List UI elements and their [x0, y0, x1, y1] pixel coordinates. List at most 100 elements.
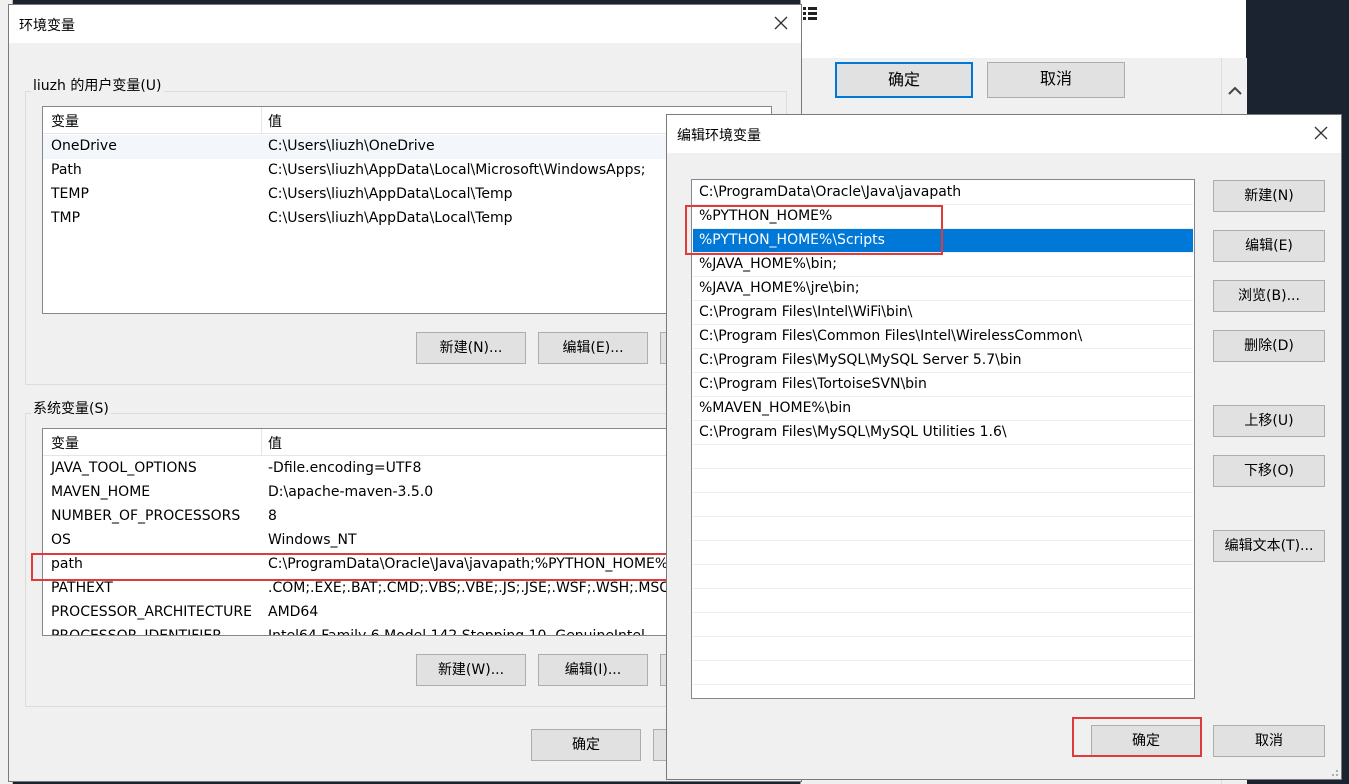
path-entry[interactable]: C:\Program Files\MySQL\MySQL Server 5.7\…	[693, 349, 1193, 373]
variable-value: Windows_NT	[268, 532, 357, 548]
user-list-header: 变量 值	[43, 107, 771, 134]
variable-name: PROCESSOR_IDENTIFIER	[51, 628, 222, 636]
close-icon[interactable]	[771, 13, 791, 33]
variable-name: Path	[51, 162, 82, 178]
variable-name: PATHEXT	[51, 580, 113, 596]
variable-name: PROCESSOR_ARCHITECTURE	[51, 604, 252, 620]
path-entry-text: C:\Program Files\MySQL\MySQL Server 5.7\…	[699, 352, 1022, 368]
variable-value: 8	[268, 508, 277, 524]
table-row[interactable]: PROCESSOR_ARCHITECTURE AMD64	[43, 601, 771, 625]
background-toolbar	[801, 0, 1246, 59]
user-new-button[interactable]: 新建(N)...	[416, 332, 526, 364]
background-cancel-button[interactable]: 取消	[987, 62, 1125, 98]
variable-value: .COM;.EXE;.BAT;.CMD;.VBS;.VBE;.JS;.JSE;.…	[268, 580, 670, 596]
new-button[interactable]: 新建(N)	[1213, 180, 1325, 212]
variable-name: OS	[51, 532, 71, 548]
path-entry[interactable]: %JAVA_HOME%\jre\bin;	[693, 277, 1193, 301]
resize-grip-icon[interactable]	[1327, 765, 1339, 777]
list-view-icon[interactable]	[801, 4, 819, 22]
edit-titlebar: 编辑环境变量	[667, 115, 1341, 153]
variable-name: MAVEN_HOME	[51, 484, 151, 500]
path-entry-text: C:\ProgramData\Oracle\Java\javapath	[699, 184, 962, 200]
table-row[interactable]: MAVEN_HOME D:\apache-maven-3.5.0	[43, 481, 771, 505]
variable-value: C:\Users\liuzh\AppData\Local\Microsoft\W…	[268, 162, 646, 178]
empty-entry[interactable]	[693, 469, 1193, 493]
table-row[interactable]: OS Windows_NT	[43, 529, 771, 553]
env-titlebar: 环境变量	[9, 5, 801, 43]
ok-button-highlight	[1072, 717, 1202, 757]
system-variables-label: 系统变量(S)	[31, 398, 111, 418]
browse-button[interactable]: 浏览(B)...	[1213, 280, 1325, 312]
path-entry-text: %JAVA_HOME%\bin;	[699, 256, 837, 272]
background-ok-button[interactable]: 确定	[835, 62, 973, 98]
empty-entry[interactable]	[693, 661, 1193, 685]
path-entry-text: %JAVA_HOME%\jre\bin;	[699, 280, 860, 296]
edit-environment-variable-dialog: 编辑环境变量 C:\ProgramData\Oracle\Java\javapa…	[666, 114, 1342, 780]
empty-entry[interactable]	[693, 517, 1193, 541]
variable-value: D:\apache-maven-3.5.0	[268, 484, 434, 500]
edit-text-button[interactable]: 编辑文本(T)...	[1213, 530, 1325, 562]
variable-name: NUMBER_OF_PROCESSORS	[51, 508, 241, 524]
empty-entry[interactable]	[693, 565, 1193, 589]
path-entry[interactable]: C:\Program Files\Intel\WiFi\bin\	[693, 301, 1193, 325]
user-variables-label: liuzh 的用户变量(U)	[31, 75, 164, 95]
table-row[interactable]: PROCESSOR_IDENTIFIER Intel64 Family 6 Mo…	[43, 625, 771, 636]
table-row[interactable]: Path C:\Users\liuzh\AppData\Local\Micros…	[43, 159, 771, 183]
path-row-highlight	[31, 553, 671, 581]
system-new-button[interactable]: 新建(W)...	[416, 654, 526, 686]
path-entry[interactable]: C:\Program Files\Common Files\Intel\Wire…	[693, 325, 1193, 349]
edit-button[interactable]: 编辑(E)	[1213, 230, 1325, 262]
system-variables-list[interactable]: 变量 值 JAVA_TOOL_OPTIONS -Dfile.encoding=U…	[42, 428, 772, 636]
close-icon[interactable]	[1311, 123, 1331, 143]
empty-entry[interactable]	[693, 541, 1193, 565]
path-entry-text: C:\Program Files\TortoiseSVN\bin	[699, 376, 927, 392]
empty-entry[interactable]	[693, 589, 1193, 613]
table-row[interactable]: NUMBER_OF_PROCESSORS 8	[43, 505, 771, 529]
path-entry-text: %MAVEN_HOME%\bin	[699, 400, 852, 416]
path-entry[interactable]: %JAVA_HOME%\bin;	[693, 253, 1193, 277]
system-list-header: 变量 值	[43, 429, 771, 456]
move-up-button[interactable]: 上移(U)	[1213, 405, 1325, 437]
variable-value: C:\Users\liuzh\OneDrive	[268, 138, 435, 154]
variable-value: C:\Users\liuzh\AppData\Local\Temp	[268, 210, 513, 226]
header-variable[interactable]: 变量	[51, 111, 79, 131]
variable-value: Intel64 Family 6 Model 142 Stepping 10, …	[268, 628, 645, 636]
empty-entry[interactable]	[693, 493, 1193, 517]
move-down-button[interactable]: 下移(O)	[1213, 455, 1325, 487]
table-row[interactable]: TEMP C:\Users\liuzh\AppData\Local\Temp	[43, 183, 771, 207]
header-variable[interactable]: 变量	[51, 433, 79, 453]
scroll-up-icon[interactable]	[1228, 84, 1242, 95]
table-row[interactable]: OneDrive C:\Users\liuzh\OneDrive	[43, 135, 771, 159]
table-row[interactable]: TMP C:\Users\liuzh\AppData\Local\Temp	[43, 207, 771, 231]
cancel-button[interactable]: 取消	[1213, 725, 1325, 757]
path-entry[interactable]: C:\Program Files\TortoiseSVN\bin	[693, 373, 1193, 397]
delete-button[interactable]: 删除(D)	[1213, 330, 1325, 362]
variable-name: TMP	[51, 210, 81, 226]
path-entry-text: C:\Program Files\MySQL\MySQL Utilities 1…	[699, 424, 1007, 440]
path-entry[interactable]: C:\Program Files\MySQL\MySQL Utilities 1…	[693, 421, 1193, 445]
path-entry-text: C:\Program Files\Common Files\Intel\Wire…	[699, 328, 1083, 344]
variable-value: C:\Users\liuzh\AppData\Local\Temp	[268, 186, 513, 202]
user-variables-list[interactable]: 变量 值 OneDrive C:\Users\liuzh\OneDrive Pa…	[42, 106, 772, 314]
variable-value: AMD64	[268, 604, 319, 620]
env-ok-button[interactable]: 确定	[531, 729, 641, 761]
path-entry-text: C:\Program Files\Intel\WiFi\bin\	[699, 304, 913, 320]
python-entries-highlight	[685, 205, 943, 255]
variable-name: JAVA_TOOL_OPTIONS	[51, 460, 197, 476]
header-value[interactable]: 值	[268, 111, 282, 131]
system-edit-button[interactable]: 编辑(I)...	[538, 654, 648, 686]
path-entries-list[interactable]: C:\ProgramData\Oracle\Java\javapath %PYT…	[691, 179, 1195, 699]
env-window-title: 环境变量	[19, 18, 75, 34]
empty-entry[interactable]	[693, 613, 1193, 637]
variable-name: TEMP	[51, 186, 89, 202]
path-entry[interactable]: C:\ProgramData\Oracle\Java\javapath	[693, 181, 1193, 205]
variable-name: OneDrive	[51, 138, 117, 154]
empty-entry[interactable]	[693, 445, 1193, 469]
empty-entry[interactable]	[693, 637, 1193, 661]
header-value[interactable]: 值	[268, 433, 282, 453]
user-edit-button[interactable]: 编辑(E)...	[538, 332, 648, 364]
variable-value: -Dfile.encoding=UTF8	[268, 460, 422, 476]
path-entry[interactable]: %MAVEN_HOME%\bin	[693, 397, 1193, 421]
table-row[interactable]: JAVA_TOOL_OPTIONS -Dfile.encoding=UTF8	[43, 457, 771, 481]
edit-dialog-title: 编辑环境变量	[677, 128, 761, 144]
